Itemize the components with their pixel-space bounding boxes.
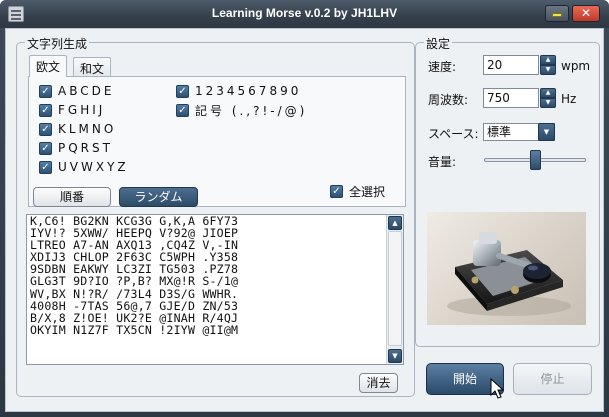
vertical-scrollbar[interactable]: ▲ ▼ [386,215,403,364]
checkbox-fghij[interactable]: ✓ FGHIJ [39,102,105,118]
scroll-down-icon[interactable]: ▼ [388,349,402,363]
frequency-spinner[interactable]: ▲ ▼ [540,88,556,108]
minimize-icon [552,13,562,17]
checkbox-pqrst[interactable]: ✓ PQRST [39,140,113,156]
generated-text: K,C6! BG2KN KCG3G G,K,A 6FY73 IYV!? 5XWW… [30,215,239,337]
tab-japanese[interactable]: 和文 [73,57,112,77]
chevron-down-icon[interactable]: ▼ [538,123,555,141]
checkbox-label: KLMNO [58,122,117,136]
random-button[interactable]: ランダム [119,187,198,207]
space-select[interactable]: 標準 ▼ [483,123,555,141]
checkbox-label: 記号 (.,?!-/@) [195,103,308,118]
mouse-cursor-icon [490,378,504,399]
checkbox-select-all[interactable]: ✓ 全選択 [330,183,385,199]
volume-label: 音量: [428,155,457,169]
speed-label: 速度: [428,60,457,74]
checkbox-symbols[interactable]: ✓ 記号 (.,?!-/@) [176,102,307,118]
sequential-button[interactable]: 順番 [33,187,111,207]
checkbox-label: FGHIJ [58,103,106,117]
space-label: スペース: [428,127,479,141]
checkbox-digits[interactable]: ✓ 1234567890 [176,83,301,99]
generator-group-title: 文字列生成 [25,35,90,52]
checkbox-klmno[interactable]: ✓ KLMNO [39,121,116,137]
tab-western[interactable]: 欧文 [29,55,68,77]
speed-unit: wpm [561,59,591,73]
checkbox-abcde[interactable]: ✓ ABCDE [39,83,114,99]
client-area: 文字列生成 欧文 和文 ✓ ABCDE ✓ FGHIJ ✓ KLMNO ✓ PQRST … [5,28,604,412]
check-icon: ✓ [39,141,52,155]
frequency-unit: Hz [561,92,577,106]
spin-up-icon[interactable]: ▲ [540,88,556,98]
spin-down-icon[interactable]: ▼ [540,65,556,75]
check-icon: ✓ [39,122,52,136]
check-icon: ✓ [176,84,189,98]
check-icon: ✓ [330,184,343,198]
close-button[interactable]: ✕ [572,5,600,22]
checkbox-label: 1234567890 [195,84,302,98]
clear-button[interactable]: 消去 [359,373,398,393]
check-icon: ✓ [39,160,52,174]
generated-text-area[interactable]: K,C6! BG2KN KCG3G G,K,A 6FY73 IYV!? 5XWW… [26,214,404,365]
window-title: Learning Morse v.0.2 by JH1LHV [211,6,398,20]
checkbox-uvwxyz[interactable]: ✓ UVWXYZ [39,159,129,175]
close-icon: ✕ [580,6,592,20]
app-window: Learning Morse v.0.2 by JH1LHV ✕ 文字列生成 欧… [0,0,609,417]
stop-button[interactable]: 停止 [513,363,592,395]
check-icon: ✓ [39,103,52,117]
space-value: 標準 [487,125,512,139]
minimize-button[interactable] [545,5,569,22]
settings-group-title: 設定 [424,35,453,52]
frequency-label: 周波数: [428,93,469,107]
checkbox-label: UVWXYZ [58,160,129,174]
frequency-input[interactable]: 750 [483,88,539,108]
scroll-thumb[interactable] [388,231,402,346]
scroll-up-icon[interactable]: ▲ [388,216,402,230]
speed-input[interactable]: 20 [483,55,539,75]
volume-slider-thumb[interactable] [529,150,541,170]
check-icon: ✓ [176,103,189,117]
checkbox-label: 全選択 [349,184,386,199]
spin-down-icon[interactable]: ▼ [540,98,556,108]
speed-spinner[interactable]: ▲ ▼ [540,55,556,75]
check-icon: ✓ [39,84,52,98]
checkbox-label: ABCDE [58,84,115,98]
checkbox-label: PQRST [58,141,113,155]
spin-up-icon[interactable]: ▲ [540,55,556,65]
title-bar[interactable]: Learning Morse v.0.2 by JH1LHV ✕ [0,0,609,28]
telegraph-key-image [427,212,586,325]
